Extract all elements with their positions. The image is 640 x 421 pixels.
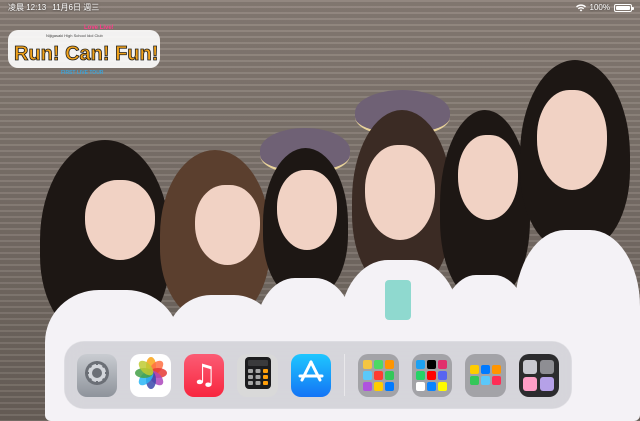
folder-icon bbox=[469, 365, 501, 385]
folder-app-tile bbox=[416, 359, 426, 369]
folder-app-tile bbox=[540, 376, 555, 391]
folder-app-tile bbox=[362, 370, 372, 380]
music-note-icon: ♫ bbox=[191, 358, 217, 391]
folder-app-tile bbox=[491, 365, 501, 374]
app-store-icon bbox=[296, 358, 326, 393]
folder-app-tile bbox=[384, 370, 394, 380]
folder-app-tile bbox=[416, 381, 426, 391]
folder-icon bbox=[416, 359, 448, 391]
folder-3[interactable] bbox=[465, 353, 506, 397]
music-app[interactable]: ♫ bbox=[183, 353, 225, 397]
folder-app-tile bbox=[469, 376, 479, 385]
status-bar: 凌晨 12:13 11月6日 週三 100% bbox=[0, 0, 640, 16]
calculator-icon bbox=[244, 356, 271, 394]
settings-app[interactable] bbox=[77, 353, 118, 397]
folder-app-tile bbox=[427, 359, 437, 369]
folder-app-tile bbox=[373, 359, 383, 369]
folder-app-tile bbox=[491, 376, 501, 385]
logo-tour-text: FIRST LIVE TOUR bbox=[61, 70, 104, 76]
status-date: 11月6日 週三 bbox=[52, 3, 100, 12]
dock: ♫ bbox=[64, 341, 572, 409]
calculator-app[interactable] bbox=[237, 353, 278, 397]
folder-app-tile bbox=[373, 381, 383, 391]
folder-app-tile bbox=[427, 370, 437, 380]
folder-app-tile bbox=[469, 365, 479, 374]
dock-divider bbox=[344, 354, 346, 396]
battery-icon bbox=[614, 4, 634, 12]
folder-app-tile bbox=[523, 359, 538, 374]
folder-app-tile bbox=[438, 359, 448, 369]
folder-app-tile bbox=[438, 381, 448, 391]
logo-title: Run! Can! Fun! bbox=[14, 43, 158, 65]
folder-app-tile bbox=[523, 376, 538, 391]
folder-app-tile bbox=[438, 370, 448, 380]
folder-app-tile bbox=[384, 359, 394, 369]
photos-app[interactable] bbox=[130, 353, 171, 397]
wifi-icon bbox=[575, 4, 586, 12]
folder-app-tile bbox=[480, 376, 490, 385]
folder-app-tile bbox=[540, 359, 555, 374]
gear-icon bbox=[82, 358, 112, 393]
folder-app-tile bbox=[384, 381, 394, 391]
flower-icon bbox=[134, 356, 167, 394]
folder-icon bbox=[523, 359, 555, 391]
folder-1[interactable] bbox=[358, 353, 399, 397]
folder-icon bbox=[362, 359, 394, 391]
folder-app-tile bbox=[416, 370, 426, 380]
folder-app-tile bbox=[373, 370, 383, 380]
folder-app-tile bbox=[362, 381, 372, 391]
app-store-app[interactable] bbox=[290, 353, 332, 397]
battery-percent: 100% bbox=[589, 3, 610, 12]
wallpaper-logo: Love Live! Nijigasaki High School Idol C… bbox=[6, 20, 166, 80]
logo-small-text: Love Live! bbox=[84, 25, 114, 31]
folder-4[interactable] bbox=[518, 353, 560, 397]
folder-app-tile bbox=[480, 365, 490, 374]
folder-app-tile bbox=[427, 381, 437, 391]
folder-2[interactable] bbox=[411, 353, 453, 397]
folder-app-tile bbox=[362, 359, 372, 369]
logo-subtitle: Nijigasaki High School Idol Club bbox=[46, 33, 103, 38]
status-time: 凌晨 12:13 bbox=[8, 3, 47, 12]
